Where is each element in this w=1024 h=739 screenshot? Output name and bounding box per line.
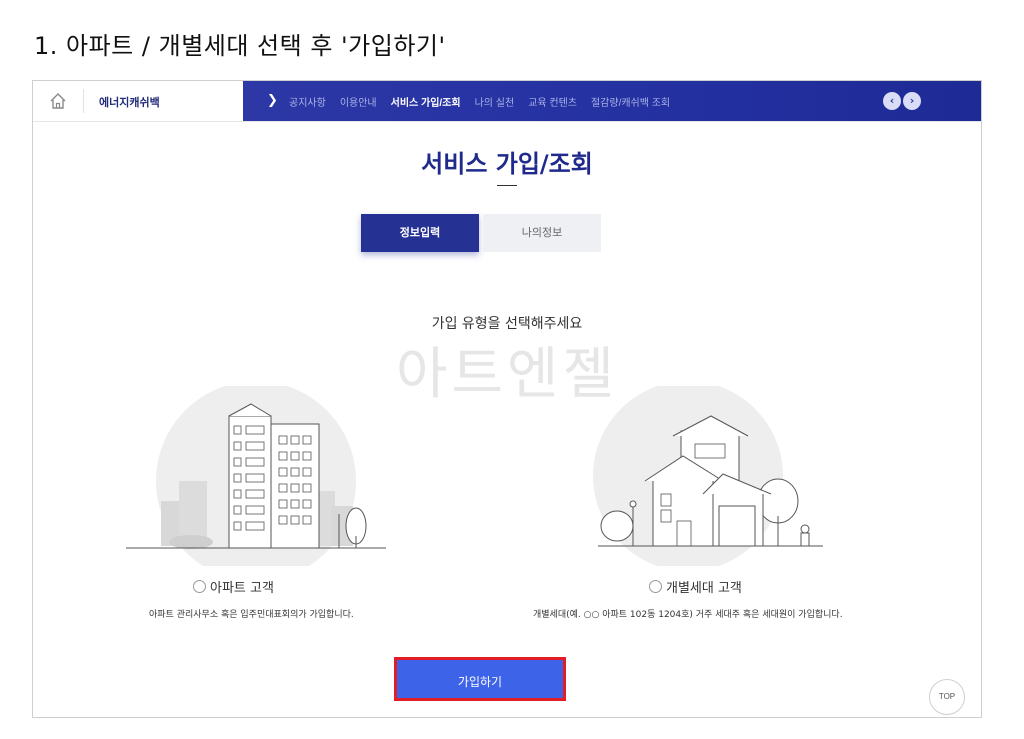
apartment-illustration[interactable] — [121, 381, 391, 581]
nav-item-guide[interactable]: 이용안내 — [340, 94, 377, 109]
home-icon[interactable] — [47, 90, 69, 112]
step-title: 1. 아파트 / 개별세대 선택 후 '가입하기' — [34, 32, 446, 60]
scroll-top-button[interactable]: TOP — [929, 679, 965, 715]
page-title: 서비스 가입/조회 — [421, 150, 593, 178]
household-option[interactable]: 개별세대 고객 — [649, 577, 742, 596]
nav-item-savings[interactable]: 절감량/캐쉬백 조회 — [591, 94, 670, 109]
house-illustration[interactable] — [573, 381, 843, 571]
chevron-left-icon[interactable]: ‹ — [883, 92, 901, 110]
join-button[interactable]: 가입하기 — [394, 657, 566, 701]
top-bar: 에너지캐쉬백 ❯ 공지사항 이용안내 서비스 가입/조회 나의 실천 교육 컨텐… — [33, 81, 981, 122]
household-option-description: 개별세대(예. ○○ 아파트 102동 1204호) 거주 세대주 혹은 세대원… — [533, 610, 843, 620]
nav-item-education[interactable]: 교육 컨텐츠 — [528, 94, 577, 109]
household-radio[interactable] — [649, 580, 662, 593]
tab-info-input[interactable]: 정보입력 — [361, 214, 479, 252]
nav-item-practice[interactable]: 나의 실천 — [475, 94, 515, 109]
browser-frame: 에너지캐쉬백 ❯ 공지사항 이용안내 서비스 가입/조회 나의 실천 교육 컨텐… — [32, 80, 982, 718]
apartment-radio[interactable] — [193, 580, 206, 593]
title-underline — [497, 185, 517, 186]
apartment-option[interactable]: 아파트 고객 — [193, 577, 274, 596]
nav-item-service[interactable]: 서비스 가입/조회 — [391, 94, 461, 109]
main-nav: ❯ 공지사항 이용안내 서비스 가입/조회 나의 실천 교육 컨텐츠 절감량/캐… — [243, 81, 981, 121]
apartment-option-label: 아파트 고객 — [210, 581, 274, 596]
nav-chevron-icon: ❯ — [267, 93, 278, 108]
apartment-option-description: 아파트 관리사무소 혹은 입주민대표회의가 가입합니다. — [149, 610, 354, 620]
tab-my-info[interactable]: 나의정보 — [483, 214, 601, 252]
chevron-right-icon[interactable]: › — [903, 92, 921, 110]
nav-item-notice[interactable]: 공지사항 — [289, 94, 326, 109]
household-option-label: 개별세대 고객 — [666, 581, 742, 596]
divider — [83, 89, 84, 113]
brand-logo[interactable]: 에너지캐쉬백 — [99, 94, 160, 110]
